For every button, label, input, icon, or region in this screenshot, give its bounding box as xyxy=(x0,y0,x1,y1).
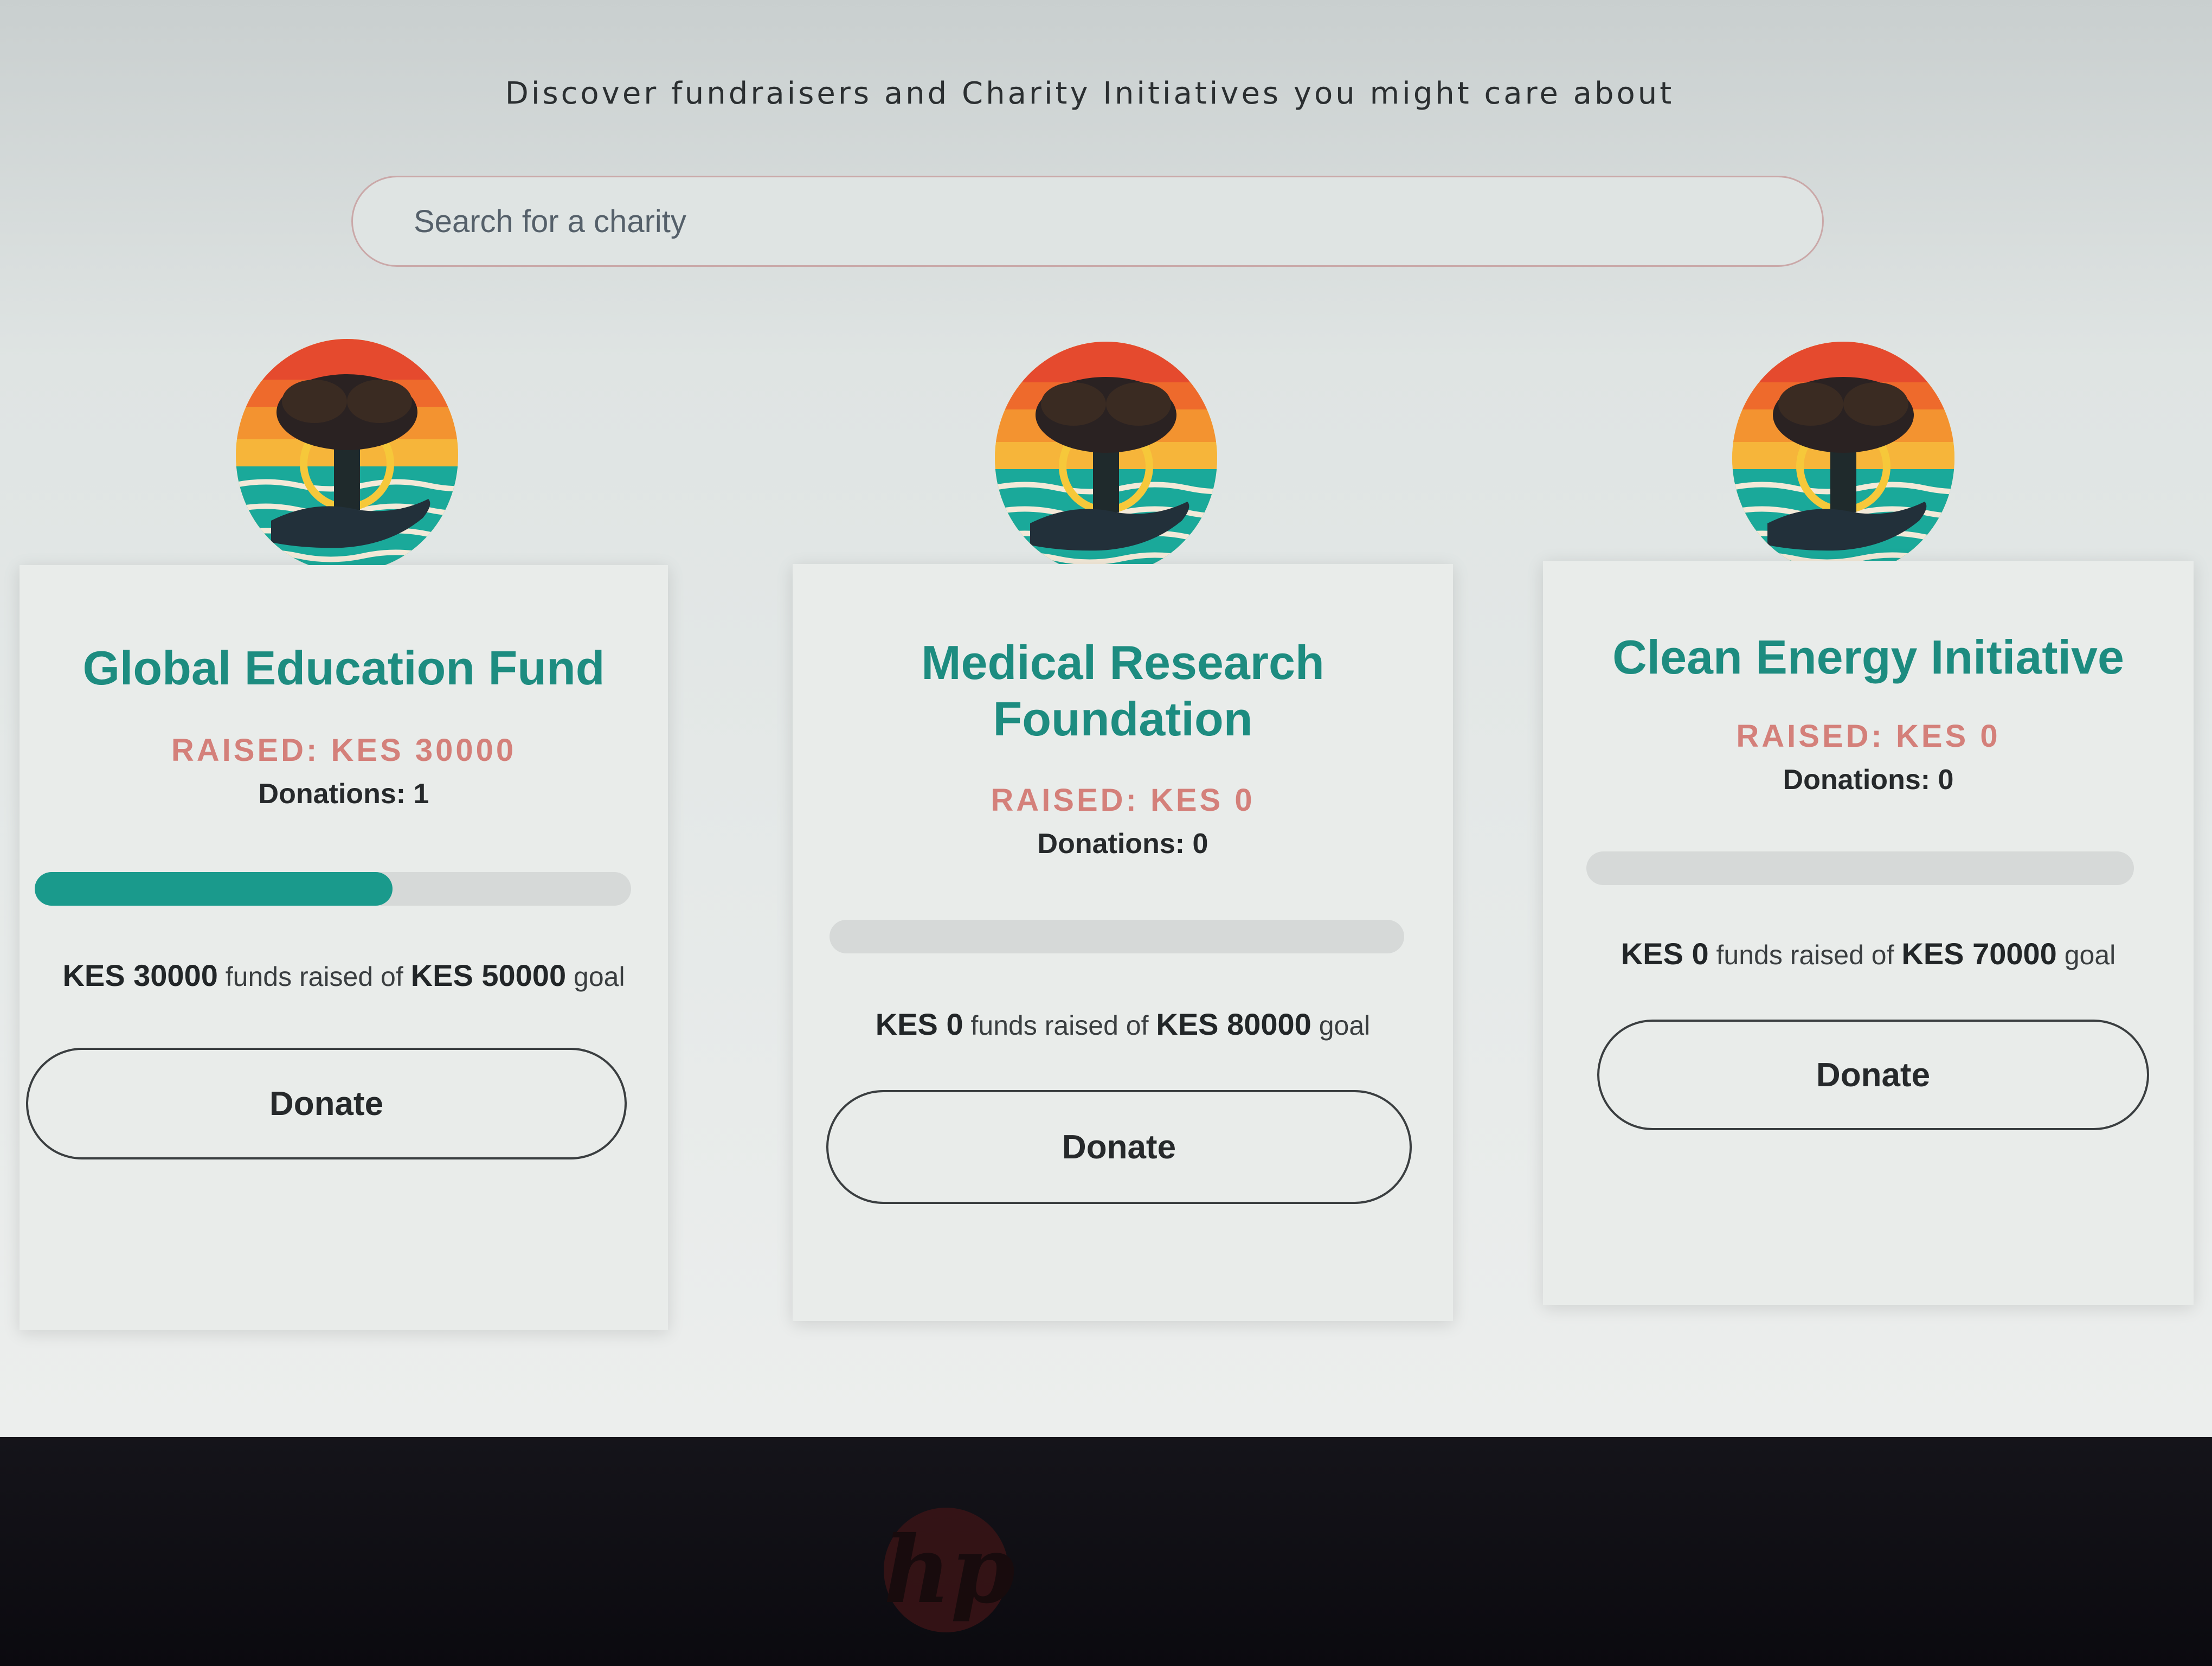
hp-logo-icon: hp xyxy=(884,1508,1015,1632)
raised-amount: RAISED: KES 0 xyxy=(991,783,1255,818)
goal-value: KES 70000 xyxy=(1901,937,2057,971)
funds-goal-text: KES 0 funds raised of KES 70000 goal xyxy=(1543,936,2194,971)
funds-raised-of-label: funds raised of xyxy=(225,962,403,992)
goal-value: KES 80000 xyxy=(1156,1007,1311,1041)
charity-card: Clean Energy Initiative RAISED: KES 0 Do… xyxy=(1543,561,2194,1305)
monitor-bezel xyxy=(0,1437,2212,1666)
charity-card: Global Education Fund RAISED: KES 30000 … xyxy=(20,565,668,1330)
progress-track xyxy=(829,920,1404,953)
donations-count: Donations: 0 xyxy=(1783,764,1954,796)
donate-button[interactable]: Donate xyxy=(826,1090,1412,1204)
raised-funds-value: KES 0 xyxy=(1621,937,1709,971)
progress-track xyxy=(1586,851,2134,885)
donate-button[interactable]: Donate xyxy=(1597,1020,2149,1130)
charity-logo-icon xyxy=(233,336,461,575)
charity-title: Clean Energy Initiative xyxy=(1612,630,2124,684)
goal-label: goal xyxy=(1319,1010,1371,1041)
donations-count: Donations: 0 xyxy=(1037,828,1208,860)
search-input[interactable] xyxy=(351,176,1824,267)
charity-title: Global Education Fund xyxy=(82,641,605,695)
charity-logo-icon xyxy=(992,339,1220,578)
raised-funds-value: KES 0 xyxy=(875,1007,963,1041)
goal-label: goal xyxy=(574,962,625,992)
progress-track xyxy=(35,872,631,906)
funds-goal-text: KES 0 funds raised of KES 80000 goal xyxy=(793,1007,1453,1042)
charity-card: Medical Research Foundation RAISED: KES … xyxy=(793,564,1453,1321)
goal-value: KES 50000 xyxy=(410,958,567,992)
funds-raised-of-label: funds raised of xyxy=(970,1010,1149,1041)
raised-amount: RAISED: KES 30000 xyxy=(171,733,517,768)
raised-amount: RAISED: KES 0 xyxy=(1736,719,2001,754)
goal-label: goal xyxy=(2064,940,2116,970)
charity-title: Medical Research Foundation xyxy=(921,636,1324,746)
raised-funds-value: KES 30000 xyxy=(62,958,218,992)
charity-logo-icon xyxy=(1729,339,1957,578)
funds-raised-of-label: funds raised of xyxy=(1716,940,1894,970)
donations-count: Donations: 1 xyxy=(258,778,429,810)
progress-fill xyxy=(35,872,393,906)
donate-button[interactable]: Donate xyxy=(26,1048,627,1159)
funds-goal-text: KES 30000 funds raised of KES 50000 goal xyxy=(20,958,668,993)
page-tagline: Discover fundraisers and Charity Initiat… xyxy=(505,76,1675,111)
